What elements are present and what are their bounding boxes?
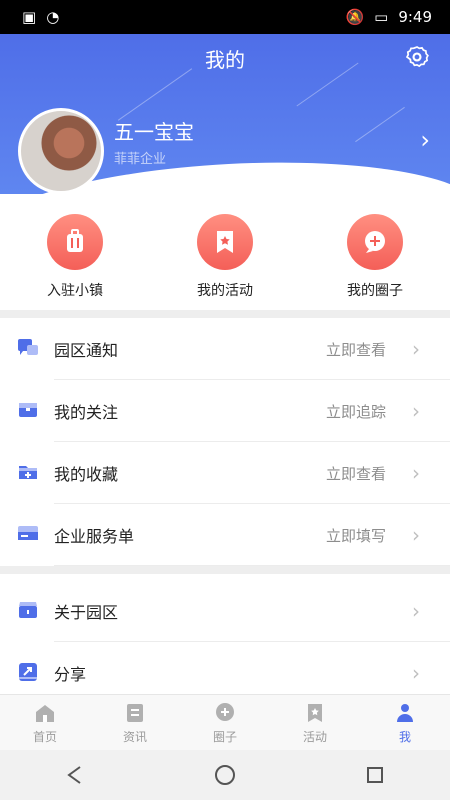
chevron-right-icon[interactable]: › <box>412 399 420 423</box>
notification-chat-icon <box>18 339 38 355</box>
sim-alert-icon: ▣ <box>22 8 37 26</box>
chevron-right-icon[interactable]: › <box>412 461 420 485</box>
mute-icon: 🔕 <box>345 8 365 26</box>
status-time: 9:49 <box>398 8 432 26</box>
quick-action-activity[interactable]: 我的活动 <box>150 214 300 310</box>
menu-item-service-order[interactable]: 企业服务单 立即填写 › <box>0 504 450 566</box>
chevron-right-icon[interactable]: › <box>420 126 430 154</box>
chevron-right-icon[interactable]: › <box>412 599 420 623</box>
tab-me[interactable]: 我 <box>360 695 450 750</box>
android-nav-bar <box>0 750 450 800</box>
tab-circle[interactable]: 圈子 <box>180 695 270 750</box>
chat-plus-icon <box>365 231 385 253</box>
status-bar: ▣ ◔ 🔕 ▭ 9:49 <box>0 0 450 34</box>
menu-item-notification[interactable]: 园区通知 立即查看 › <box>0 318 450 380</box>
home-icon <box>36 704 54 722</box>
quick-action-circle[interactable]: 我的圈子 <box>300 214 450 310</box>
recent-apps-icon[interactable] <box>363 763 387 787</box>
wifi-icon: ◔ <box>46 8 60 26</box>
avatar[interactable] <box>18 108 104 194</box>
luggage-icon <box>67 229 83 252</box>
share-icon <box>19 663 37 681</box>
page-title: 我的 <box>205 48 245 72</box>
chevron-right-icon[interactable]: › <box>412 523 420 547</box>
user-icon <box>397 703 413 722</box>
menu-list-primary: 园区通知 立即查看 › 我的关注 立即追踪 › 我的收藏 立即查看 › 企业服务… <box>0 318 450 566</box>
menu-item-favorites[interactable]: 我的收藏 立即查看 › <box>0 442 450 504</box>
store-icon <box>19 602 37 618</box>
menu-list-secondary: 关于园区 › 分享 › <box>0 580 450 704</box>
activity-icon <box>308 703 322 722</box>
menu-item-follow[interactable]: 我的关注 立即追踪 › <box>0 380 450 442</box>
gear-icon[interactable] <box>404 44 430 70</box>
profile-name[interactable]: 五一宝宝 <box>114 116 194 145</box>
home-circle-icon[interactable] <box>213 763 237 787</box>
menu-item-about-park[interactable]: 关于园区 › <box>0 580 450 642</box>
profile-company: 菲菲企业 <box>114 152 167 167</box>
chevron-right-icon[interactable]: › <box>412 661 420 685</box>
tab-home[interactable]: 首页 <box>0 695 90 750</box>
circle-chat-icon <box>216 702 234 721</box>
back-icon[interactable] <box>63 763 87 787</box>
tab-news[interactable]: 资讯 <box>90 695 180 750</box>
bottom-tab-bar: 首页 资讯 圈子 活动 我 <box>0 694 450 750</box>
quick-action-settle[interactable]: 入驻小镇 <box>0 214 150 310</box>
card-icon <box>18 526 38 540</box>
box-icon <box>19 403 37 417</box>
folder-plus-icon <box>19 466 37 479</box>
battery-icon: ▭ <box>374 8 389 26</box>
quick-actions: 入驻小镇 我的活动 我的圈子 <box>0 214 450 310</box>
news-icon <box>127 703 143 722</box>
profile-header: 我的 五一宝宝 菲菲企业 › <box>0 34 450 194</box>
tab-activity[interactable]: 活动 <box>270 695 360 750</box>
bookmark-star-icon <box>217 231 233 253</box>
chevron-right-icon[interactable]: › <box>412 337 420 361</box>
